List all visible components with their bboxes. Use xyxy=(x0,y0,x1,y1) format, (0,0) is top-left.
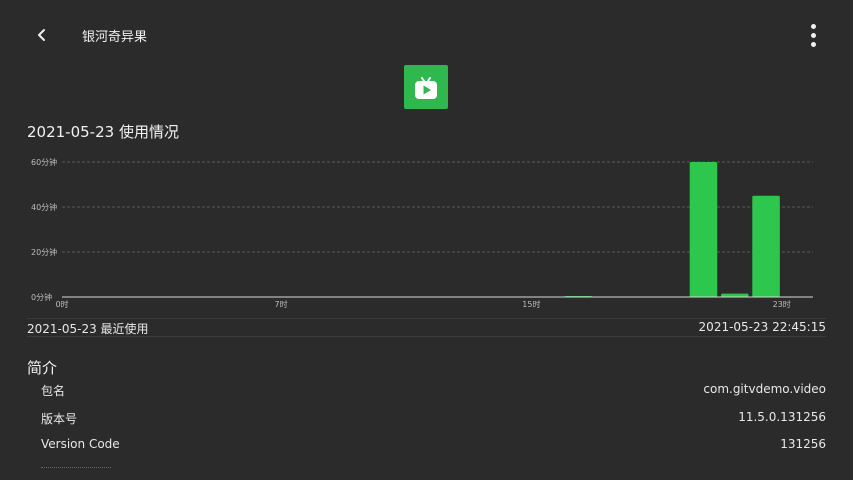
page-title: 银河奇异果 xyxy=(82,30,148,45)
y-tick-label: 60分钟 xyxy=(31,157,57,167)
info-value: com.gitvdemo.video xyxy=(703,382,826,396)
usage-title: 2021-05-23 使用情况 xyxy=(27,123,179,141)
info-key: 包名 xyxy=(41,384,66,398)
recent-usage-row: 2021-05-23 最近使用 2021-05-23 22:45:15 xyxy=(27,320,826,336)
info-key: Version Code xyxy=(41,437,120,451)
y-tick-label: 0分钟 xyxy=(31,292,52,302)
intro-title: 简介 xyxy=(27,359,58,377)
divider xyxy=(27,336,826,337)
usage-chart: 0分钟 20分钟 40分钟 60分钟 0时 7时 15时 23时 xyxy=(31,157,813,309)
chart-bar xyxy=(721,293,749,297)
info-value: 11.5.0.131256 xyxy=(738,410,826,424)
x-tick-label: 15时 xyxy=(522,299,540,309)
more-options-button[interactable] xyxy=(803,22,823,48)
chart-bar xyxy=(752,195,780,297)
back-button[interactable] xyxy=(28,22,56,48)
y-tick-label: 20分钟 xyxy=(31,247,57,257)
recent-usage-label: 2021-05-23 最近使用 xyxy=(27,322,149,336)
x-tick-label: 0时 xyxy=(55,299,68,309)
recent-usage-time: 2021-05-23 22:45:15 xyxy=(698,320,826,334)
chevron-left-icon xyxy=(38,29,45,41)
top-bar: 银河奇异果 xyxy=(0,0,853,70)
chart-bar xyxy=(689,162,718,297)
info-row-package: 包名 com.gitvdemo.video xyxy=(41,382,826,400)
x-tick-label: 23时 xyxy=(773,299,791,309)
info-key: 版本号 xyxy=(41,412,78,426)
info-row-version-code: Version Code 131256 xyxy=(41,437,826,455)
more-vertical-icon xyxy=(810,23,816,29)
app-logo-icon xyxy=(404,65,448,109)
info-value: 131256 xyxy=(780,437,826,451)
info-row-version: 版本号 11.5.0.131256 xyxy=(41,410,826,428)
list-item-partial xyxy=(41,466,141,470)
x-tick-label: 7时 xyxy=(274,299,287,309)
y-tick-label: 40分钟 xyxy=(31,202,57,212)
divider xyxy=(27,318,826,319)
